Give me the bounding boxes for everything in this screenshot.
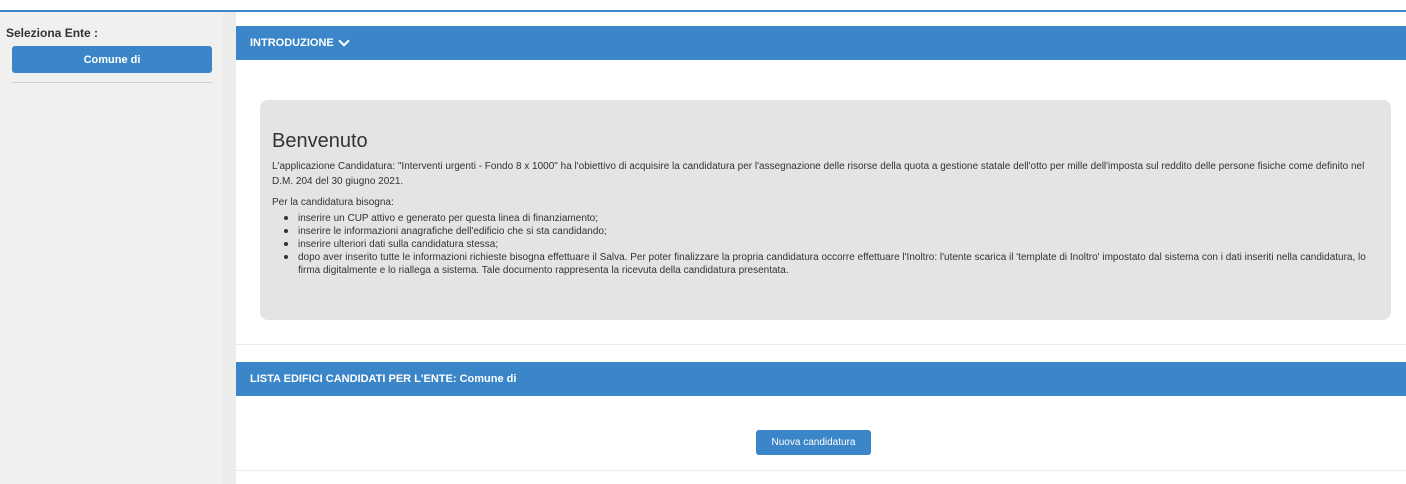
intro-header-label: INTRODUZIONE: [250, 37, 334, 49]
select-ente-label: Seleziona Ente :: [6, 26, 99, 40]
new-candidatura-button[interactable]: Nuova candidatura: [756, 430, 871, 455]
list-item: inserire un CUP attivo e generato per qu…: [280, 212, 1379, 225]
welcome-paragraph: L'applicazione Candidatura: "Interventi …: [272, 161, 1365, 187]
section-divider: [236, 470, 1406, 471]
layout-gutter: [222, 12, 236, 484]
ente-select-button[interactable]: Comune di: [12, 46, 212, 73]
list-item: inserire le informazioni anagrafiche del…: [280, 225, 1379, 238]
candidates-list-header-label: LISTA EDIFICI CANDIDATI PER L'ENTE: Comu…: [250, 373, 517, 385]
requirements-list: inserire un CUP attivo e generato per qu…: [272, 212, 1379, 277]
main-content: INTRODUZIONE Benvenuto L'applicazione Ca…: [236, 12, 1406, 484]
requirements-intro: Per la candidatura bisogna:: [272, 197, 394, 208]
intro-section-header[interactable]: INTRODUZIONE: [236, 26, 1406, 60]
welcome-text: L'applicazione Candidatura: "Interventi …: [272, 159, 1379, 277]
sidebar: Seleziona Ente : Comune di: [0, 12, 222, 484]
candidates-list-header: LISTA EDIFICI CANDIDATI PER L'ENTE: Comu…: [236, 362, 1406, 396]
list-item: dopo aver inserito tutte le informazioni…: [280, 251, 1379, 277]
list-item: inserire ulteriori dati sulla candidatur…: [280, 238, 1379, 251]
section-divider: [236, 344, 1406, 345]
sidebar-divider: [12, 82, 212, 83]
chevron-down-icon[interactable]: [338, 34, 350, 47]
welcome-title: Benvenuto: [272, 130, 368, 152]
welcome-box: Benvenuto L'applicazione Candidatura: "I…: [260, 100, 1391, 320]
